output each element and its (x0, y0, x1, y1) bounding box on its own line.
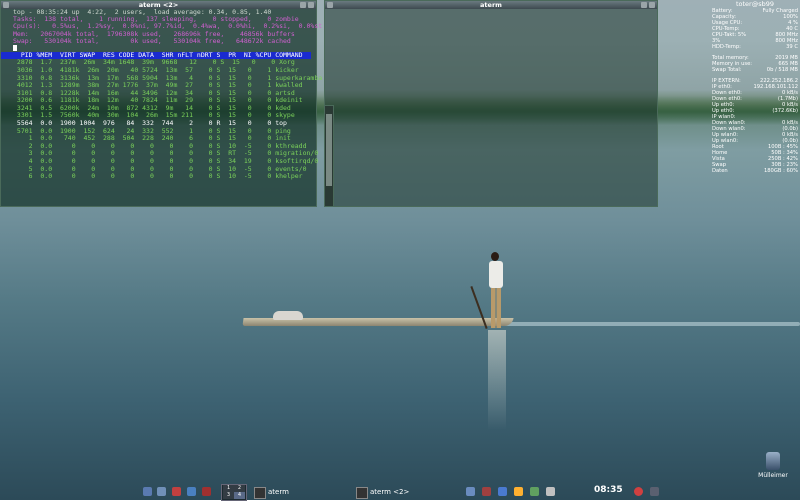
pager-desktop-2[interactable]: 2 (234, 485, 245, 492)
show-desktop-icon[interactable] (157, 487, 166, 496)
conky-label: HDD-Temp: (712, 44, 741, 50)
terminal-cursor (13, 44, 17, 51)
window-menu-icon[interactable] (3, 2, 9, 8)
conky-row: Daten 180GB : 60% (712, 168, 798, 174)
boatman-head (491, 252, 499, 261)
wallpaper-reflection (488, 330, 506, 430)
taskbar-item-aterm-2[interactable]: aterm <2> (356, 486, 410, 499)
process-row: 6 0.0 0 0 0 0 0 0 0 0 S 10 -5 0 khelper (13, 172, 303, 181)
update-icon[interactable] (530, 487, 539, 496)
boatman-shirt (489, 261, 503, 288)
top-summary-line: Swap: 530104k total, 0k used, 530104k fr… (13, 36, 291, 45)
minimize-icon[interactable] (641, 2, 647, 8)
window-menu-icon[interactable] (327, 2, 333, 8)
trash-icon (766, 452, 780, 470)
browser-icon[interactable] (202, 487, 211, 496)
conky-hostname: toter@sb99 (735, 0, 775, 8)
trash-label: Mülleimer (758, 472, 788, 479)
taskbar-item-aterm[interactable]: aterm (254, 486, 289, 499)
pager-desktop-4[interactable]: 4 (234, 492, 245, 499)
network-icon[interactable] (466, 487, 475, 496)
conky-value: 39 C (786, 44, 798, 50)
logout-icon[interactable] (634, 487, 643, 496)
wallpaper-boat (242, 311, 514, 328)
kopete-icon[interactable] (514, 487, 523, 496)
boatman-legs (491, 288, 501, 328)
window-title: aterm (480, 1, 502, 9)
close-icon[interactable] (308, 2, 314, 8)
terminal-scrollbar[interactable] (324, 105, 334, 207)
terminal-window-top[interactable]: aterm <2> top - 08:35:24 up 4:22, 2 user… (0, 0, 322, 207)
konqueror-icon[interactable] (172, 487, 181, 496)
conky-label: Daten (712, 168, 728, 174)
pager-desktop-3[interactable]: 3 (223, 492, 234, 499)
taskbar-item-label: aterm (268, 488, 289, 496)
pager-desktop-1[interactable]: 1 (223, 485, 234, 492)
window-titlebar[interactable]: aterm (325, 1, 657, 9)
terminal-icon (254, 487, 266, 499)
terminal-window-aterm[interactable]: aterm (324, 0, 658, 207)
home-folder-icon[interactable] (187, 487, 196, 496)
conky-label: Swap Total: (712, 67, 742, 73)
taskbar-clock[interactable]: 08:35 (594, 485, 623, 495)
volume-icon[interactable] (498, 487, 507, 496)
conky-value: 0b / 518 MB (766, 67, 798, 73)
window-titlebar[interactable]: aterm <2> (1, 1, 316, 9)
taskbar-item-label: aterm <2> (370, 488, 410, 496)
window-title: aterm <2> (138, 1, 179, 9)
scrollbar-thumb[interactable] (326, 114, 332, 186)
kmenu-icon[interactable] (143, 487, 152, 496)
wallpaper-boatman (486, 252, 508, 330)
lock-screen-icon[interactable] (650, 487, 659, 496)
wallpaper-water-wake (480, 322, 800, 326)
boat-cargo (273, 311, 303, 320)
klipper-icon[interactable] (482, 487, 491, 496)
desktop-pager[interactable]: 1 2 3 4 (221, 484, 247, 501)
conky-rows: Battery: Fully Charged Capacity: 100% Usage … (712, 8, 798, 174)
battery-icon[interactable] (546, 487, 555, 496)
process-list: 2878 1.7 237m 26m 34m 1648 39m 9668 12 0… (1, 59, 322, 181)
conky-value: 180GB : 60% (763, 168, 798, 174)
terminal-icon (356, 487, 368, 499)
conky-system-monitor: toter@sb99 Battery: Fully Charged Capacity… (712, 0, 798, 174)
conky-value: (372.6Kb) (772, 108, 798, 114)
close-icon[interactable] (649, 2, 655, 8)
trash-desktop-icon[interactable]: Mülleimer (758, 452, 788, 479)
minimize-icon[interactable] (300, 2, 306, 8)
